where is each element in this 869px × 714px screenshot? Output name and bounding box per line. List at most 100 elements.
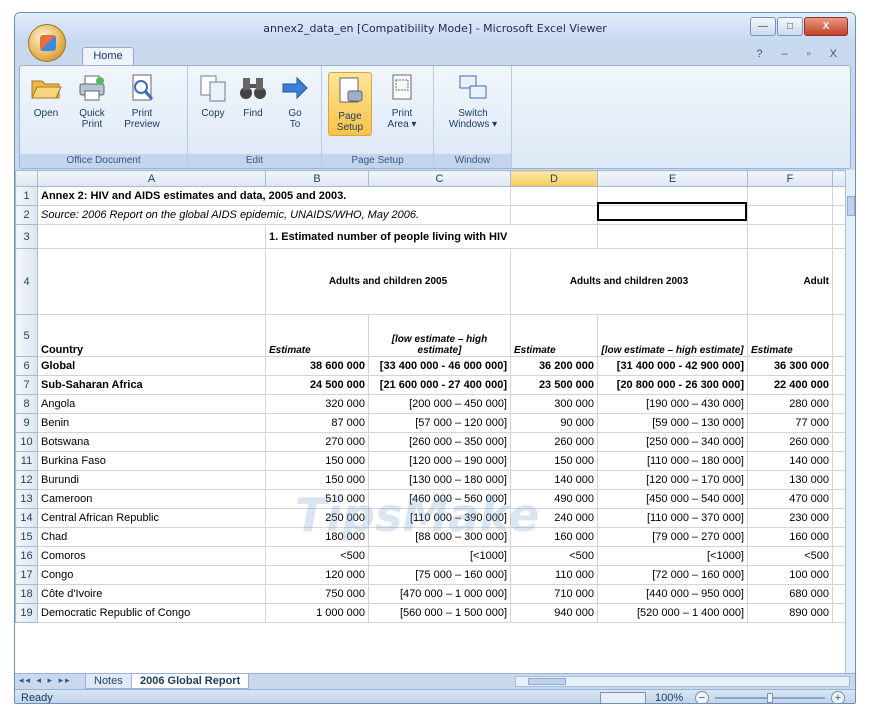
row-header[interactable]: 9 bbox=[15, 413, 38, 433]
value-cell-b[interactable]: 250 000 bbox=[265, 508, 369, 528]
value-cell-d[interactable]: 90 000 bbox=[510, 413, 598, 433]
value-cell-b[interactable]: 510 000 bbox=[265, 489, 369, 509]
column-header-c[interactable]: C bbox=[368, 170, 511, 187]
select-all-corner[interactable] bbox=[15, 170, 38, 187]
row-header[interactable]: 7 bbox=[15, 375, 38, 395]
value-cell-f[interactable]: 100 000 bbox=[747, 565, 833, 585]
value-cell-f[interactable]: 260 000 bbox=[747, 432, 833, 452]
country-cell[interactable]: Burkina Faso bbox=[37, 451, 266, 471]
value-cell-e[interactable]: [250 000 – 340 000] bbox=[597, 432, 748, 452]
value-cell-c[interactable]: [120 000 – 190 000] bbox=[368, 451, 511, 471]
page-setup-button[interactable]: Page Setup bbox=[328, 72, 372, 136]
value-cell-e[interactable]: [520 000 – 1 400 000] bbox=[597, 603, 748, 623]
header-country[interactable]: Country bbox=[37, 314, 266, 357]
country-cell[interactable]: Chad bbox=[37, 527, 266, 547]
header-f[interactable]: Estimate bbox=[747, 314, 833, 357]
value-cell-d[interactable]: <500 bbox=[510, 546, 598, 566]
value-cell-f[interactable]: 22 400 000 bbox=[747, 375, 833, 395]
value-cell-e[interactable]: [59 000 – 130 000] bbox=[597, 413, 748, 433]
value-cell-d[interactable]: 160 000 bbox=[510, 527, 598, 547]
country-cell[interactable]: Burundi bbox=[37, 470, 266, 490]
value-cell-e[interactable]: [190 000 – 430 000] bbox=[597, 394, 748, 414]
maximize-button[interactable]: □ bbox=[777, 17, 803, 36]
cell-e[interactable] bbox=[597, 205, 748, 225]
section-heading[interactable]: 1. Estimated number of people living wit… bbox=[265, 224, 598, 249]
value-cell-d[interactable]: 150 000 bbox=[510, 451, 598, 471]
value-cell-e[interactable]: [31 400 000 - 42 900 000] bbox=[597, 356, 748, 376]
value-cell-c[interactable]: [200 000 – 450 000] bbox=[368, 394, 511, 414]
row-header[interactable]: 11 bbox=[15, 451, 38, 471]
row-header[interactable]: 3 bbox=[15, 224, 38, 249]
value-cell-b[interactable]: 270 000 bbox=[265, 432, 369, 452]
country-cell[interactable]: Cameroon bbox=[37, 489, 266, 509]
country-cell[interactable]: Sub-Saharan Africa bbox=[37, 375, 266, 395]
zoom-in-button[interactable]: + bbox=[831, 691, 845, 703]
value-cell-b[interactable]: 120 000 bbox=[265, 565, 369, 585]
value-cell-b[interactable]: <500 bbox=[265, 546, 369, 566]
row-header[interactable]: 15 bbox=[15, 527, 38, 547]
horizontal-scroll-thumb[interactable] bbox=[528, 678, 566, 685]
column-header-d[interactable]: D bbox=[510, 170, 598, 187]
row-header[interactable]: 12 bbox=[15, 470, 38, 490]
value-cell-b[interactable]: 320 000 bbox=[265, 394, 369, 414]
view-buttons[interactable] bbox=[600, 692, 646, 703]
value-cell-f[interactable]: 160 000 bbox=[747, 527, 833, 547]
value-cell-c[interactable]: [560 000 – 1 500 000] bbox=[368, 603, 511, 623]
value-cell-c[interactable]: [470 000 – 1 000 000] bbox=[368, 584, 511, 604]
value-cell-f[interactable]: 470 000 bbox=[747, 489, 833, 509]
header-adult[interactable]: Adult bbox=[747, 248, 833, 315]
value-cell-c[interactable]: [460 000 – 560 000] bbox=[368, 489, 511, 509]
value-cell-b[interactable]: 750 000 bbox=[265, 584, 369, 604]
quick-print-button[interactable]: Quick Print bbox=[70, 72, 114, 130]
cell-e[interactable] bbox=[597, 224, 748, 249]
row-header[interactable]: 5 bbox=[15, 314, 38, 357]
row-header[interactable]: 2 bbox=[15, 205, 38, 225]
cell-d[interactable] bbox=[510, 186, 598, 206]
vertical-scrollbar[interactable] bbox=[845, 170, 855, 673]
tab-home[interactable]: Home bbox=[82, 47, 134, 66]
source-note[interactable]: Source: 2006 Report on the global AIDS e… bbox=[37, 205, 511, 225]
value-cell-e[interactable]: [440 000 – 950 000] bbox=[597, 584, 748, 604]
sheet-tab-2006-global-report[interactable]: 2006 Global Report bbox=[131, 674, 250, 689]
ribbon-window-controls[interactable]: ? – ▫ X bbox=[756, 48, 845, 60]
header-b[interactable]: Estimate bbox=[265, 314, 369, 357]
value-cell-d[interactable]: 36 200 000 bbox=[510, 356, 598, 376]
row-header[interactable]: 10 bbox=[15, 432, 38, 452]
header-adults-children-2003[interactable]: Adults and children 2003 bbox=[510, 248, 748, 315]
value-cell-e[interactable]: [20 800 000 - 26 300 000] bbox=[597, 375, 748, 395]
value-cell-d[interactable]: 490 000 bbox=[510, 489, 598, 509]
value-cell-c[interactable]: [260 000 – 350 000] bbox=[368, 432, 511, 452]
row-header[interactable]: 4 bbox=[15, 248, 38, 315]
horizontal-scrollbar[interactable] bbox=[515, 676, 850, 687]
country-cell[interactable]: Angola bbox=[37, 394, 266, 414]
header-adults-children-2005[interactable]: Adults and children 2005 bbox=[265, 248, 511, 315]
cell-f[interactable] bbox=[747, 205, 833, 225]
value-cell-c[interactable]: [75 000 – 160 000] bbox=[368, 565, 511, 585]
cell-f[interactable] bbox=[747, 186, 833, 206]
cell-d[interactable] bbox=[510, 205, 598, 225]
cell-a[interactable] bbox=[37, 248, 266, 315]
value-cell-d[interactable]: 110 000 bbox=[510, 565, 598, 585]
worksheet-grid[interactable]: A B C D E F 1 Annex 2: HIV and AIDS estim… bbox=[15, 170, 855, 673]
value-cell-f[interactable]: 280 000 bbox=[747, 394, 833, 414]
country-cell[interactable]: Global bbox=[37, 356, 266, 376]
print-area-button[interactable]: Print Area ▾ bbox=[380, 72, 424, 130]
zoom-level[interactable]: 100% bbox=[655, 692, 683, 703]
country-cell[interactable]: Côte d'Ivoire bbox=[37, 584, 266, 604]
open-button[interactable]: Open bbox=[26, 72, 66, 119]
country-cell[interactable]: Democratic Republic of Congo bbox=[37, 603, 266, 623]
row-header[interactable]: 18 bbox=[15, 584, 38, 604]
sheet-tab-notes[interactable]: Notes bbox=[85, 674, 132, 689]
value-cell-d[interactable]: 240 000 bbox=[510, 508, 598, 528]
country-cell[interactable]: Comoros bbox=[37, 546, 266, 566]
header-d[interactable]: Estimate bbox=[510, 314, 598, 357]
row-header[interactable]: 19 bbox=[15, 603, 38, 623]
row-header[interactable]: 1 bbox=[15, 186, 38, 206]
find-button[interactable]: Find bbox=[236, 72, 270, 119]
value-cell-d[interactable]: 710 000 bbox=[510, 584, 598, 604]
value-cell-c[interactable]: [130 000 – 180 000] bbox=[368, 470, 511, 490]
close-button[interactable]: X bbox=[804, 17, 848, 36]
value-cell-f[interactable]: 77 000 bbox=[747, 413, 833, 433]
row-header[interactable]: 17 bbox=[15, 565, 38, 585]
office-button[interactable] bbox=[28, 24, 66, 62]
